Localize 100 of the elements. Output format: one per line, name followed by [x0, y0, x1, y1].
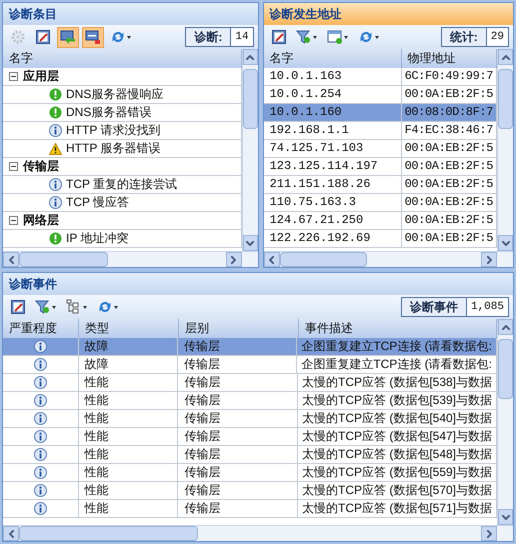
import-icon[interactable]	[57, 26, 79, 48]
table-cell: 性能	[78, 482, 178, 500]
table-cell: 企图重复建立TCP连接 (请看数据包:	[297, 356, 497, 374]
counter-label: 诊断:	[193, 29, 224, 46]
table-cell: 传输层	[178, 338, 298, 356]
table-cell: 故障	[78, 338, 178, 356]
vertical-scrollbar[interactable]	[497, 49, 513, 251]
tree-group-row[interactable]: 应用层	[3, 68, 242, 86]
column-header[interactable]: 严重程度	[3, 319, 79, 338]
counter-value: 14	[230, 28, 253, 46]
item-label: TCP 慢应答	[66, 194, 130, 211]
table-cell: 10.0.1.160	[264, 104, 402, 122]
table-cell: 传输层	[178, 464, 298, 482]
collapse-icon[interactable]	[9, 216, 18, 225]
address-row[interactable]: 211.151.188.26 00:0A:EB:2F:5	[264, 176, 497, 194]
table-cell: 124.67.21.250	[264, 212, 402, 230]
column-header[interactable]: 物理地址	[402, 49, 497, 68]
pane-title: 诊断事件	[3, 273, 513, 295]
event-row[interactable]: 性能 传输层 太慢的TCP应答 (数据包[538]与数据	[3, 374, 497, 392]
table-cell: 10.0.1.163	[264, 68, 402, 86]
event-row[interactable]: 性能 传输层 太慢的TCP应答 (数据包[571]与数据	[3, 500, 497, 518]
tree-group-row[interactable]: 传输层	[3, 158, 242, 176]
counter-value: 1,085	[466, 298, 508, 316]
table-cell: 传输层	[178, 392, 298, 410]
counter-label: 统计:	[448, 29, 479, 46]
table-cell: 性能	[78, 410, 178, 428]
item-label: TCP 重复的连接尝试	[66, 176, 178, 193]
item-label: HTTP 请求没找到	[66, 122, 160, 139]
pane-title: 诊断条目	[3, 3, 258, 25]
table-cell: 传输层	[178, 428, 298, 446]
address-row[interactable]: 123.125.114.197 00:0A:EB:2F:5	[264, 158, 497, 176]
table-cell: 123.125.114.197	[264, 158, 402, 176]
pane-title: 诊断发生地址	[264, 3, 513, 25]
collapse-icon[interactable]	[9, 72, 18, 81]
table-cell: 性能	[78, 428, 178, 446]
address-row[interactable]: 74.125.71.103 00:0A:EB:2F:5	[264, 140, 497, 158]
item-label: DNS服务器错误	[66, 104, 152, 121]
horizontal-scrollbar[interactable]	[3, 525, 513, 541]
tree-item-row[interactable]: TCP 慢应答	[3, 194, 242, 212]
event-row[interactable]: 性能 传输层 太慢的TCP应答 (数据包[540]与数据	[3, 410, 497, 428]
table-cell: 74.125.71.103	[264, 140, 402, 158]
table-cell: 110.75.163.3	[264, 194, 402, 212]
event-row[interactable]: 性能 传输层 太慢的TCP应答 (数据包[548]与数据	[3, 446, 497, 464]
column-header[interactable]: 层别	[179, 319, 299, 338]
table-cell: 性能	[78, 446, 178, 464]
event-row[interactable]: 性能 传输层 太慢的TCP应答 (数据包[547]与数据	[3, 428, 497, 446]
column-header[interactable]: 事件描述	[299, 319, 497, 338]
event-row[interactable]: 故障 传输层 企图重复建立TCP连接 (请看数据包:	[3, 338, 497, 356]
table-cell: 太慢的TCP应答 (数据包[539]与数据	[298, 392, 497, 410]
tree-item-row[interactable]: TCP 重复的连接尝试	[3, 176, 242, 194]
event-row[interactable]: 性能 传输层 太慢的TCP应答 (数据包[539]与数据	[3, 392, 497, 410]
tree-item-row[interactable]: IP 地址冲突	[3, 230, 242, 248]
table-cell: 传输层	[178, 374, 298, 392]
event-row[interactable]: 性能 传输层 太慢的TCP应答 (数据包[570]与数据	[3, 482, 497, 500]
table-cell: 122.226.192.69	[264, 230, 402, 248]
address-row[interactable]: 10.0.1.160 00:08:0D:8F:7	[264, 104, 497, 122]
table-cell: 企图重复建立TCP连接 (请看数据包:	[297, 338, 497, 356]
table-cell: 太慢的TCP应答 (数据包[540]与数据	[298, 410, 497, 428]
address-row[interactable]: 192.168.1.1 F4:EC:38:46:7	[264, 122, 497, 140]
vertical-scrollbar[interactable]	[242, 49, 258, 251]
address-row[interactable]: 110.75.163.3 00:0A:EB:2F:5	[264, 194, 497, 212]
table-cell: 太慢的TCP应答 (数据包[559]与数据	[298, 464, 497, 482]
table-cell: 太慢的TCP应答 (数据包[547]与数据	[298, 428, 497, 446]
table-cell: 传输层	[178, 500, 298, 518]
address-row[interactable]: 124.67.21.250 00:0A:EB:2F:5	[264, 212, 497, 230]
table-cell: 传输层	[178, 446, 298, 464]
table-cell: 性能	[78, 392, 178, 410]
counter-label: 诊断事件	[408, 299, 459, 316]
group-label: 网络层	[23, 212, 59, 229]
tree-item-row[interactable]: DNS服务器慢响应	[3, 86, 242, 104]
table-cell: 传输层	[178, 356, 298, 374]
item-label: HTTP 服务器错误	[66, 140, 160, 157]
table-cell: 性能	[78, 464, 178, 482]
horizontal-scrollbar[interactable]	[3, 251, 258, 267]
event-row[interactable]: 故障 传输层 企图重复建立TCP连接 (请看数据包:	[3, 356, 497, 374]
address-row[interactable]: 10.0.1.163 6C:F0:49:99:7	[264, 68, 497, 86]
tree-item-row[interactable]: DNS服务器错误	[3, 104, 242, 122]
column-header[interactable]: 名字	[264, 49, 402, 68]
table-cell: 太慢的TCP应答 (数据包[570]与数据	[298, 482, 497, 500]
group-label: 应用层	[23, 68, 59, 85]
horizontal-scrollbar[interactable]	[264, 251, 513, 267]
address-row[interactable]: 122.226.192.69 00:0A:EB:2F:5	[264, 230, 497, 248]
table-cell: 传输层	[178, 410, 298, 428]
vertical-scrollbar[interactable]	[497, 319, 513, 525]
counter-value: 29	[486, 28, 508, 46]
tree-item-row[interactable]: HTTP 服务器错误	[3, 140, 242, 158]
table-cell: 故障	[78, 356, 178, 374]
collapse-icon[interactable]	[9, 162, 18, 171]
table-cell: 性能	[78, 374, 178, 392]
item-label: IP 地址冲突	[66, 230, 128, 247]
table-cell: 太慢的TCP应答 (数据包[538]与数据	[298, 374, 497, 392]
table-cell: 太慢的TCP应答 (数据包[571]与数据	[298, 500, 497, 518]
column-header[interactable]: 名字	[3, 49, 242, 68]
column-header[interactable]: 类型	[79, 319, 179, 338]
event-row[interactable]: 性能 传输层 太慢的TCP应答 (数据包[559]与数据	[3, 464, 497, 482]
tree-item-row[interactable]: HTTP 请求没找到	[3, 122, 242, 140]
item-label: DNS服务器慢响应	[66, 86, 164, 103]
export-icon[interactable]	[82, 26, 104, 48]
group-label: 传输层	[23, 158, 59, 175]
tree-group-row[interactable]: 网络层	[3, 212, 242, 230]
